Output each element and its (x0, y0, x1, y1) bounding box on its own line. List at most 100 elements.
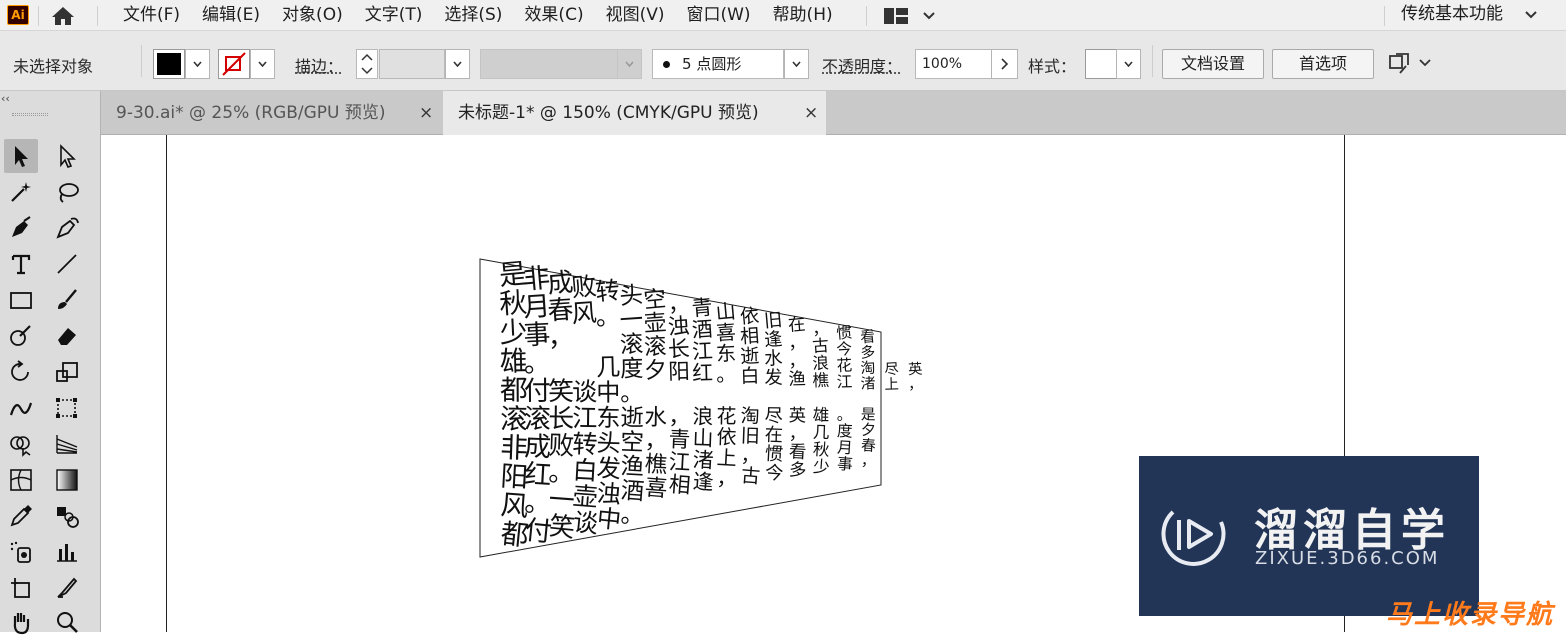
panel-grip[interactable] (12, 113, 48, 116)
menu-type[interactable]: 文字(T) (354, 0, 434, 31)
fill-swatch[interactable] (153, 49, 185, 79)
curvature-pen-icon (56, 217, 79, 239)
text-glyph: 发 (764, 367, 783, 388)
mesh-tool[interactable] (4, 463, 38, 497)
eraser-icon (58, 328, 76, 345)
scale-tool[interactable] (50, 355, 84, 389)
fill-dropdown[interactable] (185, 49, 210, 79)
menu-window[interactable]: 窗口(W) (675, 0, 761, 31)
symbol-sprayer-tool[interactable] (4, 535, 38, 569)
text-glyph: 事 (836, 454, 853, 474)
selection-tool[interactable] (4, 139, 38, 173)
rectangle-tool[interactable] (4, 283, 38, 317)
collapse-panel-button[interactable]: ‹‹ (1, 92, 10, 105)
text-glyph: ， (668, 405, 690, 430)
zoom-tool[interactable] (50, 605, 84, 639)
menu-select[interactable]: 选择(S) (433, 0, 513, 31)
scale-icon (56, 362, 78, 382)
paintbrush-tool[interactable] (50, 283, 84, 317)
bottom-watermark-text: 马上收录导航 (1386, 600, 1555, 630)
hand-tool[interactable] (4, 605, 38, 639)
close-tab-icon[interactable]: × (419, 91, 433, 135)
menu-file[interactable]: 文件(F) (112, 0, 191, 31)
rotate-tool[interactable] (4, 355, 38, 389)
stroke-swatch[interactable] (218, 49, 250, 79)
hand-icon (13, 613, 30, 635)
shape-builder-tool[interactable] (4, 427, 38, 461)
arrange-documents-icon[interactable] (884, 7, 938, 25)
direct-selection-tool[interactable] (50, 139, 84, 173)
column-graph-tool[interactable] (50, 535, 84, 569)
menu-effect[interactable]: 效果(C) (513, 0, 594, 31)
tab-untitled-1[interactable]: 未标题-1* @ 150% (CMYK/GPU 预览) (443, 91, 826, 135)
arrange-icon[interactable] (1386, 51, 1438, 77)
menu-object[interactable]: 对象(O) (271, 0, 354, 31)
close-tab-icon[interactable]: × (804, 91, 818, 135)
chevron-right-icon (1001, 58, 1009, 70)
shaper-tool[interactable] (4, 319, 38, 353)
opacity-field[interactable]: 100% (915, 49, 992, 79)
brush-definition-field[interactable]: 5 点圆形 (652, 49, 784, 79)
gradient-tool[interactable] (50, 463, 84, 497)
brush-dropdown[interactable] (784, 49, 809, 79)
profile-dropdown[interactable] (617, 49, 642, 79)
brush-shape-label: 点圆形 (696, 55, 742, 73)
selection-status: 未选择对象 (13, 57, 94, 76)
stroke-weight-field[interactable] (379, 49, 445, 79)
watermark-badge: 溜溜自学 ZIXUE.3D66.COM (1139, 456, 1479, 616)
slice-knife-icon (57, 577, 78, 598)
rotate-icon (11, 360, 29, 381)
document-setup-button[interactable]: 文档设置 (1162, 49, 1264, 79)
type-tool[interactable] (4, 247, 38, 281)
menu-divider (38, 6, 39, 26)
blend-tool[interactable] (50, 499, 84, 533)
opacity-label[interactable]: 不透明度： (822, 53, 902, 77)
play-logo-icon (1161, 510, 1226, 566)
perspective-grid-tool[interactable] (50, 427, 84, 461)
tab-9-30[interactable]: 9-30.ai* @ 25% (RGB/GPU 预览) (101, 91, 443, 135)
menu-view[interactable]: 视图(V) (595, 0, 676, 31)
free-transform-icon (56, 398, 77, 418)
text-glyph: 古 (740, 464, 761, 488)
style-label: 样式： (1028, 57, 1077, 76)
chevron-down-icon[interactable] (1524, 10, 1538, 20)
shaper-icon (10, 325, 31, 346)
menu-bar: Ai 文件(F) 编辑(E) 对象(O) 文字(T) 选择(S) 效果(C) 视… (0, 0, 1566, 31)
text-glyph: ， (861, 452, 877, 470)
variable-width-profile[interactable] (480, 49, 618, 79)
text-glyph: 英 (908, 360, 923, 379)
eraser-tool[interactable] (50, 319, 84, 353)
stroke-weight-dropdown[interactable] (445, 49, 470, 79)
free-transform-tool[interactable] (50, 391, 84, 425)
line-segment-tool[interactable] (50, 247, 84, 281)
watermark-url: ZIXUE.3D66.COM (1255, 548, 1440, 569)
workspace-switcher[interactable]: 传统基本功能 (1401, 0, 1503, 28)
lasso-tool[interactable] (50, 175, 84, 209)
text-glyph: 少 (812, 457, 830, 477)
direct-selection-arrow-icon (60, 144, 76, 168)
menu-help[interactable]: 帮助(H) (762, 0, 844, 31)
slice-tool[interactable] (50, 571, 84, 605)
chevron-down-icon (193, 61, 202, 67)
stroke-weight-stepper[interactable] (356, 49, 378, 79)
artboard-tool[interactable] (4, 571, 38, 605)
opacity-flyout[interactable] (991, 49, 1018, 79)
rectangle-icon (10, 292, 32, 309)
tab-label: 未标题-1* @ 150% (CMYK/GPU 预览) (458, 103, 759, 123)
text-glyph: 今 (764, 462, 784, 484)
home-icon[interactable] (49, 5, 77, 27)
eyedropper-tool[interactable] (4, 499, 38, 533)
chevron-down-icon (625, 61, 634, 67)
chevron-down-icon (792, 61, 801, 67)
selection-arrow-icon (15, 146, 28, 167)
menu-edit[interactable]: 编辑(E) (191, 0, 271, 31)
graphic-style-swatch[interactable] (1085, 49, 1117, 79)
stroke-label[interactable]: 描边： (295, 53, 343, 77)
pen-tool[interactable] (4, 211, 38, 245)
curvature-tool[interactable] (50, 211, 84, 245)
style-dropdown[interactable] (1116, 49, 1141, 79)
warp-tool[interactable] (4, 391, 38, 425)
preferences-button[interactable]: 首选项 (1272, 49, 1374, 79)
stroke-dropdown[interactable] (250, 49, 275, 79)
magic-wand-tool[interactable] (4, 175, 38, 209)
